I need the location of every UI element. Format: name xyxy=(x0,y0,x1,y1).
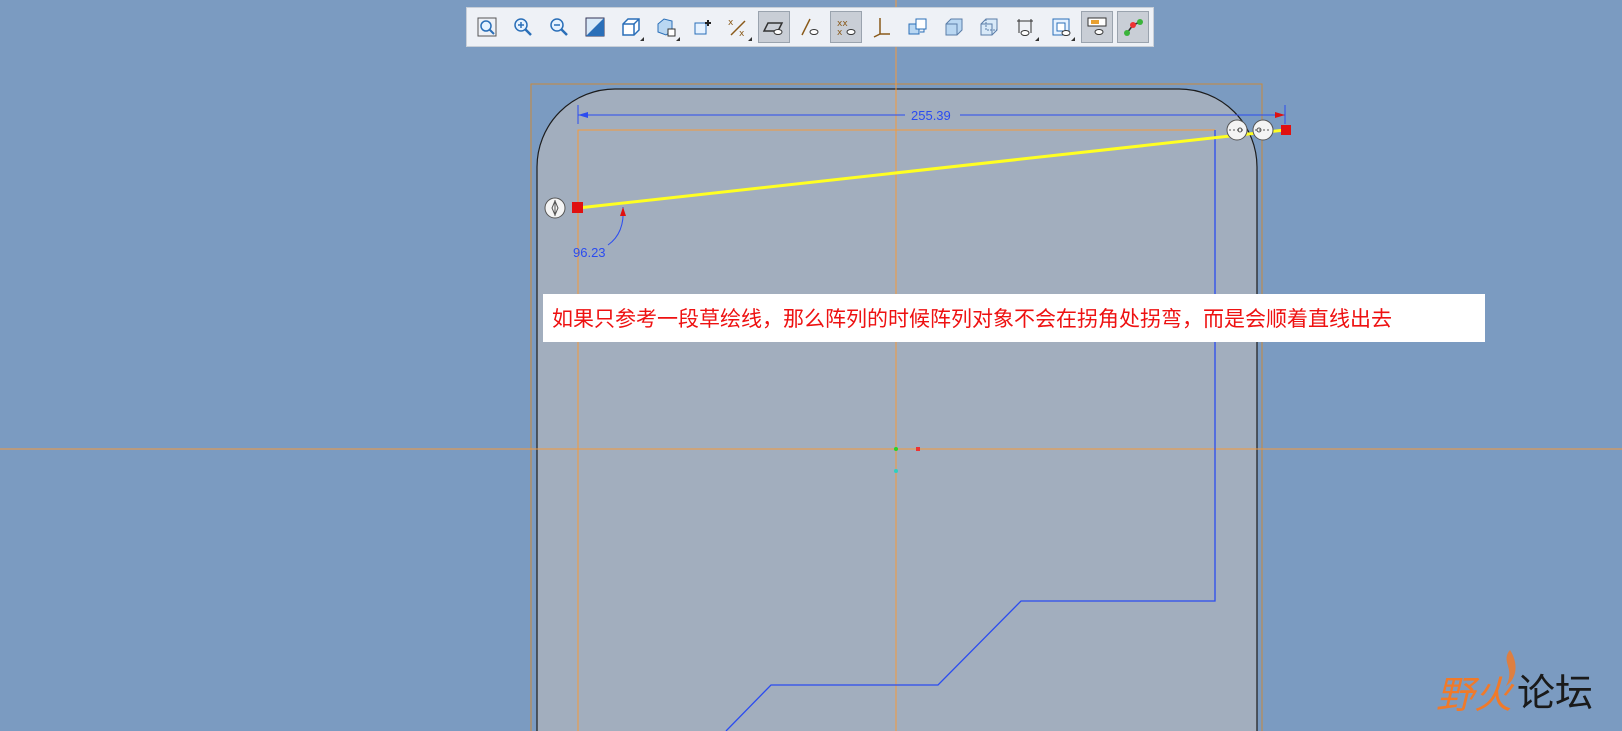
annotation-text: 如果只参考一段草绘线，那么阵列的时候阵列对象不会在拐角处拐弯，而是会顺着直线出去 xyxy=(552,307,1392,331)
coincident-constraint-icon-2[interactable] xyxy=(1252,119,1274,141)
show-constraints-icon: xxx xyxy=(837,19,856,38)
connect-points-button[interactable] xyxy=(1117,11,1149,43)
repaint-button[interactable] xyxy=(579,11,611,43)
line-start-point[interactable] xyxy=(572,202,583,213)
grid-snap-button[interactable] xyxy=(1045,11,1077,43)
watermark-orange-text: 野火 xyxy=(1436,673,1513,717)
display-style-button[interactable] xyxy=(686,11,718,43)
graphics-area[interactable]: 255.39 96.23 xyxy=(0,0,1622,731)
dimension-filter-button[interactable] xyxy=(1009,11,1041,43)
show-dimensions-button[interactable] xyxy=(794,11,826,43)
wireframe-view-icon xyxy=(980,18,998,36)
forum-watermark-logo: 野火 论坛 xyxy=(1434,648,1614,718)
show-dimensions-icon xyxy=(801,18,819,36)
solid-view-icon xyxy=(945,18,963,36)
zoom-in-button[interactable] xyxy=(507,11,539,43)
annotation-caption: 如果只参考一段草绘线，那么阵列的时候阵列对象不会在拐角处拐弯，而是会顺着直线出去 xyxy=(543,294,1485,342)
dimension-filter-icon xyxy=(1017,19,1034,36)
zoom-in-icon xyxy=(514,18,532,36)
length-dimension-value[interactable]: 255.39 xyxy=(911,108,951,123)
solid-view-button[interactable] xyxy=(938,11,970,43)
show-vertices-button[interactable] xyxy=(866,11,898,43)
datum-display-button[interactable]: xx xyxy=(722,11,754,43)
svg-text:x: x xyxy=(728,18,734,28)
grid-snap-icon xyxy=(1052,18,1071,36)
coincident-constraint-icon[interactable] xyxy=(1226,119,1248,141)
zoom-out-icon xyxy=(549,18,568,36)
coord-marker xyxy=(916,447,920,451)
zoom-fit-button[interactable] xyxy=(471,11,503,43)
view-orientation-button[interactable] xyxy=(615,11,647,43)
overlay-display-icon xyxy=(1087,17,1107,35)
zoom-out-button[interactable] xyxy=(543,11,575,43)
svg-text:x: x xyxy=(837,28,843,38)
svg-text:x: x xyxy=(739,29,745,39)
saved-views-button[interactable] xyxy=(650,11,682,43)
zoom-fit-icon xyxy=(477,17,497,37)
display-style-icon xyxy=(694,20,712,35)
connect-points-icon xyxy=(1123,19,1143,36)
shading-icon xyxy=(908,18,927,35)
vertical-constraint-icon[interactable] xyxy=(544,197,566,219)
angle-dimension-value[interactable]: 96.23 xyxy=(573,245,606,260)
view-toolbar: xx xx x xyxy=(466,7,1154,47)
show-vertices-icon xyxy=(873,18,890,38)
shading-button[interactable] xyxy=(902,11,934,43)
show-constraints-button[interactable]: xx x xyxy=(829,11,862,43)
sketch-view-button[interactable] xyxy=(758,11,791,43)
wireframe-view-button[interactable] xyxy=(973,11,1005,43)
origin-sub-point xyxy=(894,469,898,473)
sketch-view-icon xyxy=(762,22,784,35)
saved-views-icon xyxy=(657,18,676,37)
repaint-icon xyxy=(585,17,605,37)
origin-point xyxy=(894,447,898,451)
part-body xyxy=(536,88,1258,731)
datum-display-icon: xx xyxy=(728,18,746,39)
overlay-display-button[interactable] xyxy=(1081,11,1114,43)
view-orientation-icon xyxy=(621,18,640,36)
watermark-black-text: 论坛 xyxy=(1517,671,1594,715)
line-end-point[interactable] xyxy=(1281,125,1291,135)
